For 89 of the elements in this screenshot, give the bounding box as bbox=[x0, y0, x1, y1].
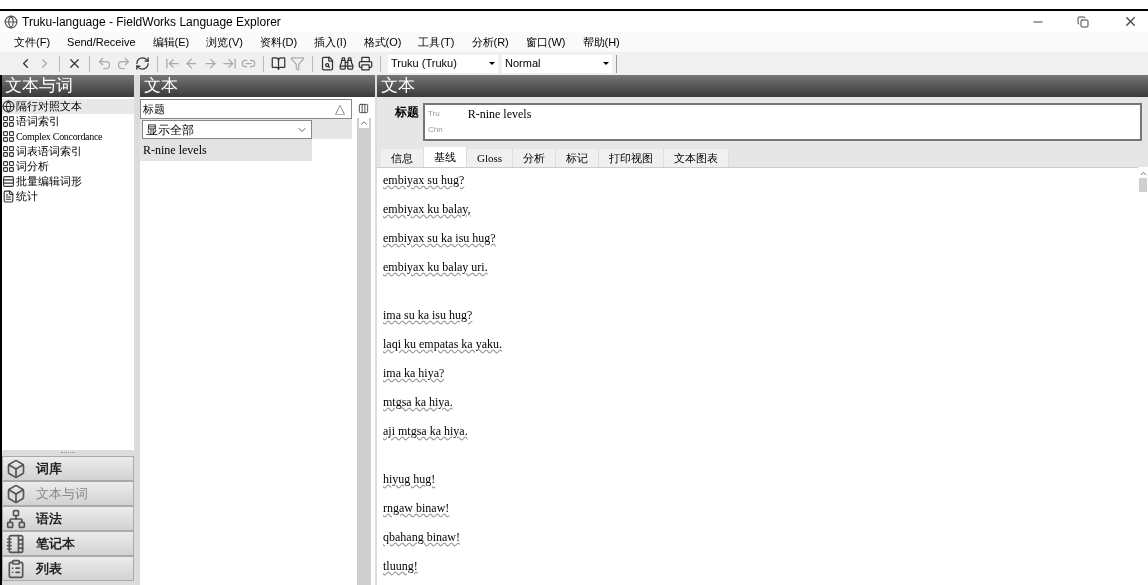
menu-item[interactable]: 工具(T) bbox=[418, 33, 455, 51]
sidebar-item[interactable]: 隔行对照文本 bbox=[2, 99, 134, 114]
style-dropdown[interactable]: Normal bbox=[502, 54, 612, 73]
tab[interactable]: 分析 bbox=[513, 149, 557, 167]
baseline-text[interactable]: rngaw binaw! bbox=[383, 499, 450, 517]
editor-header: 文本 bbox=[377, 75, 1148, 97]
list-icon bbox=[6, 558, 26, 579]
writing-system-label: Tru bbox=[428, 108, 440, 120]
menu-item[interactable]: 编辑(E) bbox=[152, 33, 190, 51]
menu-item[interactable]: 插入(I) bbox=[314, 33, 347, 51]
title-field[interactable]: Tru R-nine levels Chn bbox=[423, 103, 1142, 141]
last-icon[interactable] bbox=[222, 56, 237, 71]
menu-item[interactable]: 分析(R) bbox=[471, 33, 509, 51]
print-icon[interactable] bbox=[358, 56, 373, 71]
grid-icon bbox=[2, 160, 15, 173]
delete-icon[interactable] bbox=[67, 56, 82, 71]
hierarchy-icon bbox=[6, 508, 26, 529]
column-header[interactable]: 标题 △ bbox=[140, 99, 352, 119]
columns-icon[interactable] bbox=[358, 103, 369, 114]
previous-icon[interactable] bbox=[184, 56, 199, 71]
grid-icon bbox=[2, 145, 15, 158]
book-icon[interactable] bbox=[271, 56, 286, 71]
dropdown-icon bbox=[489, 62, 495, 65]
baseline-text[interactable]: embiyax su hug? bbox=[383, 171, 465, 189]
baseline-text[interactable]: ima ka hiya? bbox=[383, 364, 445, 382]
menu-item[interactable]: 文件(F) bbox=[14, 33, 51, 51]
tab[interactable]: 基线 bbox=[424, 147, 467, 167]
baseline-text[interactable]: mtgsa ka hiya. bbox=[383, 393, 453, 411]
baseline-text[interactable]: tluung! bbox=[383, 557, 418, 575]
sidebar-item[interactable]: 词表语词索引 bbox=[2, 144, 134, 159]
undo-icon[interactable] bbox=[97, 56, 112, 71]
cube-icon bbox=[6, 458, 26, 479]
scroll-up-icon[interactable] bbox=[1138, 169, 1148, 178]
find-page-icon[interactable] bbox=[320, 56, 335, 71]
list-header: 文本 bbox=[140, 75, 375, 97]
area-button[interactable]: 语法 bbox=[2, 506, 134, 531]
scroll-up-icon[interactable] bbox=[358, 118, 369, 128]
app-icon bbox=[4, 14, 18, 29]
scroll-thumb[interactable] bbox=[1139, 178, 1147, 192]
baseline-text[interactable]: hiyug hug! bbox=[383, 470, 436, 488]
tab[interactable]: 标记 bbox=[556, 149, 600, 167]
sort-indicator: △ bbox=[335, 100, 345, 119]
tab[interactable]: 打印视图 bbox=[599, 149, 665, 167]
baseline-text[interactable]: ima su ka isu hug? bbox=[383, 306, 473, 324]
notebook-icon bbox=[6, 533, 26, 554]
tab[interactable]: Gloss bbox=[467, 149, 514, 167]
globe-icon bbox=[2, 100, 15, 113]
window-title: Truku-language - FieldWorks Language Explorer bbox=[22, 13, 281, 31]
area-button[interactable]: 笔记本 bbox=[2, 531, 134, 556]
document-icon bbox=[2, 190, 15, 203]
close-icon[interactable] bbox=[1123, 14, 1138, 29]
rows-icon bbox=[2, 175, 15, 188]
grid-icon bbox=[2, 115, 15, 128]
first-icon[interactable] bbox=[165, 56, 180, 71]
writing-system-dropdown[interactable]: Truku (Truku) bbox=[388, 54, 498, 73]
restore-icon[interactable] bbox=[1077, 15, 1089, 28]
baseline-text[interactable]: qbahang binaw! bbox=[383, 528, 460, 546]
tab[interactable]: 信息 bbox=[381, 149, 424, 167]
menu-item[interactable]: 浏览(V) bbox=[206, 33, 243, 51]
sidebar-item[interactable]: 批量编辑词形 bbox=[2, 174, 134, 189]
menu-item[interactable]: 帮助(H) bbox=[582, 33, 620, 51]
tab[interactable]: 文本图表 bbox=[664, 149, 730, 167]
baseline-text[interactable]: aji mtgsa ka hiya. bbox=[383, 422, 468, 440]
cube-icon bbox=[6, 483, 26, 504]
filter-dropdown[interactable]: 显示全部 bbox=[142, 120, 312, 139]
sidebar-item[interactable]: 语词索引 bbox=[2, 114, 134, 129]
baseline-text[interactable]: embiyax su ka isu hug? bbox=[383, 229, 496, 247]
menu-item[interactable]: 窗口(W) bbox=[525, 33, 566, 51]
menu-item[interactable]: 资料(D) bbox=[259, 33, 298, 51]
dropdown-icon bbox=[603, 62, 609, 65]
next-icon[interactable] bbox=[203, 56, 218, 71]
sidebar-item[interactable]: 统计 bbox=[2, 189, 134, 204]
area-button[interactable]: 词库 bbox=[2, 456, 134, 481]
refresh-icon[interactable] bbox=[135, 56, 150, 71]
title-value: R-nine levels bbox=[467, 106, 532, 123]
baseline-text[interactable]: embiyax ku balay, bbox=[383, 200, 471, 218]
writing-system-label: Chn bbox=[428, 124, 443, 136]
title-label: 标题 bbox=[395, 104, 419, 121]
menu-item[interactable]: 格式(O) bbox=[363, 33, 402, 51]
sidebar-item[interactable]: 词分析 bbox=[2, 159, 134, 174]
text-row[interactable]: R-nine levels bbox=[140, 139, 312, 161]
baseline-text[interactable]: laqi ku empatas ka yaku. bbox=[383, 335, 502, 353]
sidebar-item[interactable]: Complex Concordance bbox=[2, 129, 134, 144]
area-button[interactable]: 列表 bbox=[2, 556, 134, 581]
baseline-text[interactable]: embiyax ku balay uri. bbox=[383, 258, 488, 276]
search-icon[interactable] bbox=[339, 56, 354, 71]
menu-item[interactable]: Send/Receive bbox=[67, 33, 136, 51]
sidebar-header: 文本与词 bbox=[2, 75, 134, 97]
grid-icon bbox=[2, 130, 15, 143]
